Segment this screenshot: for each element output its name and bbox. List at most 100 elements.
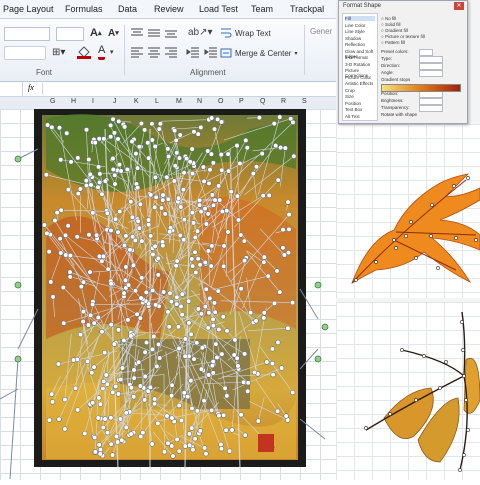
edit-point[interactable]	[64, 131, 69, 136]
edit-point[interactable]	[243, 433, 248, 438]
dialog-category-item[interactable]: 3-D Format	[345, 55, 368, 60]
edit-point[interactable]	[68, 270, 73, 275]
edit-point[interactable]	[153, 175, 158, 180]
edit-point[interactable]	[199, 367, 204, 372]
edit-point[interactable]	[109, 322, 114, 327]
edit-point[interactable]	[101, 425, 106, 430]
edit-point[interactable]	[131, 263, 136, 268]
edit-point[interactable]	[165, 414, 170, 419]
edit-point[interactable]	[138, 434, 143, 439]
edit-point[interactable]	[235, 194, 240, 199]
edit-point[interactable]	[169, 393, 174, 398]
edit-point[interactable]	[116, 392, 121, 397]
edit-point[interactable]	[82, 431, 87, 436]
edit-point[interactable]	[236, 364, 241, 369]
edit-point[interactable]	[175, 295, 180, 300]
edit-point[interactable]	[270, 347, 275, 352]
edit-point[interactable]	[96, 416, 101, 421]
edit-point[interactable]	[160, 198, 165, 203]
edit-point[interactable]	[133, 288, 138, 293]
edit-point[interactable]	[176, 324, 181, 329]
edit-point[interactable]	[226, 169, 231, 174]
edit-point[interactable]	[187, 443, 192, 448]
edit-point[interactable]	[144, 340, 149, 345]
edit-point[interactable]	[242, 239, 247, 244]
edit-point[interactable]	[238, 161, 243, 166]
edit-point[interactable]	[262, 310, 267, 315]
edit-point[interactable]	[161, 193, 166, 198]
edit-point[interactable]	[211, 359, 216, 364]
edit-point[interactable]	[68, 253, 73, 258]
edit-point[interactable]	[135, 185, 140, 190]
edit-point[interactable]	[292, 154, 297, 159]
edit-point[interactable]	[270, 361, 275, 366]
edit-point[interactable]	[89, 370, 94, 375]
edit-point[interactable]	[193, 235, 198, 240]
edit-point[interactable]	[42, 223, 47, 228]
edit-point[interactable]	[131, 394, 136, 399]
edit-point[interactable]	[272, 121, 277, 126]
edit-point[interactable]	[183, 444, 188, 449]
column-header[interactable]: K	[134, 98, 139, 105]
edit-point[interactable]	[87, 232, 92, 237]
edit-point[interactable]	[124, 265, 129, 270]
edit-point[interactable]	[180, 292, 185, 297]
edit-point[interactable]	[286, 200, 291, 205]
edit-point[interactable]	[177, 346, 182, 351]
tab-trackpal[interactable]: Trackpal	[290, 4, 324, 14]
formula-input[interactable]	[42, 83, 333, 94]
edit-point[interactable]	[224, 428, 229, 433]
edit-point[interactable]	[276, 340, 281, 345]
edit-point[interactable]	[287, 212, 292, 217]
edit-point[interactable]	[187, 432, 192, 437]
edit-point[interactable]	[126, 283, 131, 288]
edit-point[interactable]	[130, 215, 135, 220]
number-format-dropdown[interactable]: Gener	[310, 27, 332, 36]
edit-point[interactable]	[198, 428, 203, 433]
edit-point[interactable]	[81, 280, 86, 285]
edit-point[interactable]	[45, 123, 50, 128]
edit-point[interactable]	[101, 379, 106, 384]
edit-point[interactable]	[175, 259, 180, 264]
borders-button[interactable]	[4, 46, 46, 60]
edit-point[interactable]	[257, 115, 262, 120]
edit-point[interactable]	[272, 301, 277, 306]
edit-point[interactable]	[162, 450, 167, 455]
edit-point[interactable]	[47, 249, 52, 254]
edit-point[interactable]	[221, 264, 226, 269]
edit-point[interactable]	[96, 315, 101, 320]
edit-point[interactable]	[120, 438, 125, 443]
edit-point[interactable]	[189, 332, 194, 337]
edit-point[interactable]	[117, 209, 122, 214]
edit-point[interactable]	[122, 338, 127, 343]
edit-point[interactable]	[118, 417, 123, 422]
edit-point[interactable]	[283, 146, 288, 151]
edit-point[interactable]	[50, 400, 55, 405]
increase-font-icon[interactable]: A▴	[90, 26, 101, 40]
edit-point[interactable]	[156, 273, 161, 278]
edit-point[interactable]	[195, 409, 200, 414]
edit-point[interactable]	[102, 136, 107, 141]
edit-point[interactable]	[245, 389, 250, 394]
edit-point[interactable]	[203, 304, 208, 309]
edit-point[interactable]	[152, 401, 157, 406]
edit-point[interactable]	[132, 376, 137, 381]
font-name-dropdown[interactable]	[4, 27, 50, 41]
edit-point[interactable]	[224, 208, 229, 213]
edit-point[interactable]	[199, 311, 204, 316]
edit-point[interactable]	[173, 163, 178, 168]
edit-point[interactable]	[196, 256, 201, 261]
edit-point[interactable]	[197, 198, 202, 203]
autumn-artwork[interactable]	[0, 109, 340, 480]
edit-point[interactable]	[146, 218, 151, 223]
edit-point[interactable]	[157, 127, 162, 132]
edit-point[interactable]	[90, 302, 95, 307]
edit-point[interactable]	[63, 397, 68, 402]
edit-point[interactable]	[189, 426, 194, 431]
edit-point[interactable]	[92, 321, 97, 326]
edit-point[interactable]	[143, 374, 148, 379]
edit-point[interactable]	[75, 234, 80, 239]
edit-point[interactable]	[116, 230, 121, 235]
edit-point[interactable]	[208, 296, 213, 301]
align-right-icon[interactable]	[164, 45, 178, 59]
